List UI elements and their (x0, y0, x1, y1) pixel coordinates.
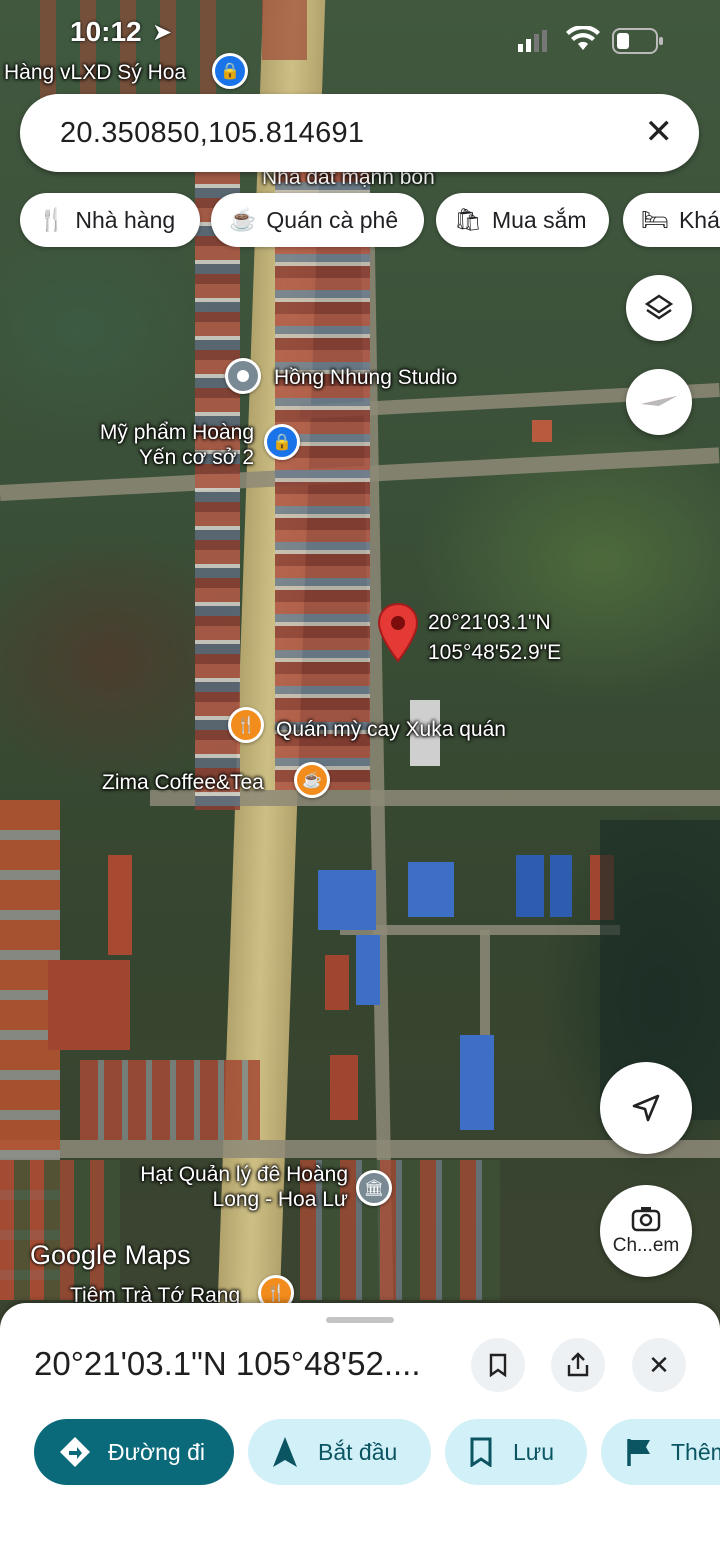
search-query[interactable]: 20.350850,105.814691 (60, 117, 364, 150)
coffee-marker-icon[interactable]: ☕ (294, 762, 330, 798)
buildings (318, 870, 376, 930)
shopping-bag-icon: 🛍 (454, 207, 482, 232)
buildings (460, 1035, 494, 1130)
status-bar: 10:12 ➤ (0, 10, 720, 54)
buildings (0, 1160, 120, 1300)
status-time: 10:12 (70, 16, 142, 47)
buildings (532, 420, 552, 442)
pin-lng-label: 105°48'52.9"E (428, 641, 562, 664)
start-button[interactable]: Bắt đầu (248, 1419, 431, 1485)
buildings (108, 855, 132, 955)
layers-button[interactable] (626, 275, 692, 341)
action-label: Thêm (671, 1438, 720, 1465)
chip-label: Khác (678, 206, 720, 233)
place-label[interactable]: Hàng vLXD Sý Hoa (4, 60, 186, 85)
save-action-button[interactable]: Lưu (445, 1419, 587, 1485)
wifi-icon (566, 26, 600, 50)
chip-label: Nhà hàng (75, 206, 176, 233)
buildings (275, 170, 370, 790)
restaurant-icon: 🍴 (38, 207, 66, 232)
save-button[interactable] (471, 1338, 525, 1392)
layers-icon (644, 294, 674, 320)
buildings (330, 1055, 358, 1120)
buildings (516, 855, 544, 917)
shopping-marker-icon[interactable]: 🔒 (264, 424, 300, 460)
chip-label: Quán cà phê (266, 206, 399, 233)
chip-coffee[interactable]: ☕ Quán cà phê (211, 193, 424, 247)
location-arrow-icon (632, 1094, 660, 1122)
share-icon (567, 1352, 589, 1377)
close-button[interactable]: ✕ (632, 1338, 686, 1392)
action-label: Lưu (513, 1438, 554, 1465)
place-sheet[interactable]: 20°21'03.1"N 105°48'52.... ✕ Đường đi Bắ… (0, 1303, 720, 1557)
clear-search-icon[interactable]: ✕ (645, 114, 674, 150)
close-icon: ✕ (648, 1349, 670, 1380)
chip-restaurants[interactable]: 🍴 Nhà hàng (20, 193, 200, 247)
navigation-arrow-icon (273, 1437, 297, 1467)
place-label[interactable]: Hồng Nhung Studio (274, 365, 457, 390)
directions-icon (60, 1437, 90, 1467)
bookmark-icon (470, 1437, 492, 1467)
buildings (550, 855, 572, 917)
bed-icon: 🛏 (641, 207, 669, 232)
chip-hotels[interactable]: 🛏 Khác (623, 193, 720, 247)
compass-icon (641, 396, 677, 406)
buildings (356, 935, 380, 1005)
drag-handle[interactable] (326, 1317, 394, 1323)
coffee-icon: ☕ (229, 207, 257, 232)
my-location-button[interactable] (600, 1062, 692, 1154)
action-label: Đường đi (108, 1438, 205, 1465)
compass-button[interactable] (626, 369, 692, 435)
restaurant-marker-icon[interactable]: 🍴 (228, 707, 264, 743)
battery-icon (612, 28, 663, 54)
buildings (408, 862, 454, 917)
place-marker-icon[interactable] (225, 358, 261, 394)
flag-icon (627, 1439, 650, 1466)
location-arrow-icon: ➤ (152, 19, 173, 46)
action-label: Bắt đầu (318, 1438, 398, 1465)
google-maps-logo: Google Maps (30, 1240, 191, 1270)
camera-icon (631, 1207, 661, 1232)
buildings (325, 955, 349, 1010)
share-button[interactable] (551, 1338, 605, 1392)
place-label[interactable]: Hạt Quản lý đê Hoàng Long - Hoa Lư (108, 1162, 348, 1212)
signal-icon (518, 30, 547, 52)
shopping-marker-icon[interactable]: 🔒 (212, 53, 248, 89)
buildings (48, 960, 130, 1050)
camera-label: Ch...em (612, 1235, 680, 1256)
buildings (80, 1060, 260, 1140)
pin-lat-label: 20°21'03.1"N (428, 611, 551, 634)
chip-shopping[interactable]: 🛍 Mua sắm (436, 193, 609, 247)
chip-label: Mua sắm (491, 206, 587, 233)
camera-search-button[interactable]: Ch...em (600, 1185, 692, 1277)
sheet-title: 20°21'03.1"N 105°48'52.... (34, 1345, 421, 1382)
directions-button[interactable]: Đường đi (34, 1419, 234, 1485)
more-button[interactable]: Thêm (601, 1419, 720, 1485)
road (0, 1140, 720, 1158)
government-marker-icon[interactable]: 🏛 (356, 1170, 392, 1206)
search-bar[interactable]: 20.350850,105.814691 ✕ (20, 94, 699, 172)
dropped-pin-icon[interactable] (376, 602, 420, 664)
bookmark-icon (489, 1353, 507, 1377)
place-label[interactable]: Mỹ phẩm Hoàng Yến cơ sở 2 (78, 420, 254, 470)
place-label[interactable]: Zima Coffee&Tea (102, 770, 264, 795)
place-label[interactable]: Quán mỳ cay Xuka quán (276, 717, 506, 742)
